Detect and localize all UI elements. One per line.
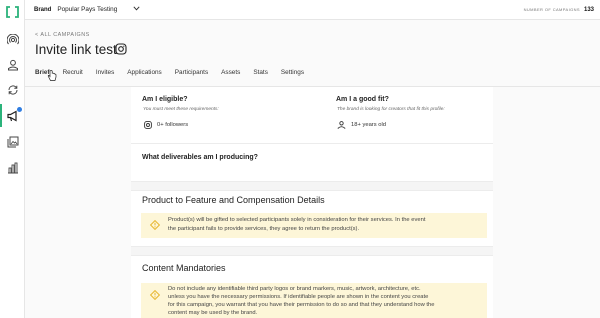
brand-selector[interactable]: Popular Pays Testing [57,6,117,13]
instagram-icon [115,43,127,55]
section-divider [131,143,493,144]
brand-logo-icon[interactable] [6,6,19,18]
chevron-down-icon[interactable] [133,6,140,13]
content-mandatories-heading: Content Mandatories [142,263,226,273]
tab-assets[interactable]: Assets [221,69,240,87]
section-gap [131,247,493,255]
broadcast-icon[interactable] [5,32,20,47]
page-title: Invite link test [35,42,117,57]
eligibility-subtitle: You must meet these requirements: [143,107,219,112]
product-notice-line-1: Product(s) will be gifted to selected pa… [168,217,426,223]
age-requirement: 18+ years old [337,121,386,129]
hand-cursor-icon [47,70,57,81]
campaigns-count-label: NUMBER OF CAMPAIGNS [523,7,580,12]
age-requirement-text: 18+ years old [351,122,386,128]
person-icon[interactable] [5,57,20,72]
warning-diamond-icon [150,220,160,230]
bar-chart-icon[interactable] [5,160,20,175]
campaign-tabs: Brief Recruit Invites Applications Parti… [35,69,317,87]
brand-label: Brand [34,6,52,13]
left-nav-rail [0,0,25,318]
person-icon [337,121,346,129]
tab-stats[interactable]: Stats [253,69,268,87]
back-to-campaigns-link[interactable]: < ALL CAMPAIGNS [35,32,90,38]
deliverables-heading[interactable]: What deliverables am I producing? [142,154,258,161]
product-compensation-heading: Product to Feature and Compensation Deta… [142,195,325,205]
tab-settings[interactable]: Settings [281,69,304,87]
instagram-icon [144,121,152,129]
warning-diamond-icon [150,290,160,300]
sync-icon[interactable] [5,82,20,97]
good-fit-heading: Am I a good fit? [336,96,389,103]
product-notice: Product(s) will be gifted to selected pa… [141,213,487,238]
notification-dot [17,107,22,112]
section-gap [131,182,493,190]
followers-requirement: 0+ followers [144,121,188,129]
tab-invites[interactable]: Invites [96,69,114,87]
gallery-icon[interactable] [5,134,20,149]
content-notice-line-4: content may be used by the brand. [168,310,258,316]
section-divider [131,190,493,191]
followers-requirement-text: 0+ followers [157,122,189,128]
tab-recruit[interactable]: Recruit [63,69,83,87]
megaphone-icon[interactable] [0,104,22,127]
tab-applications[interactable]: Applications [127,69,161,87]
top-bar: Brand Popular Pays Testing NUMBER OF CAM… [25,0,600,20]
good-fit-subtitle: The brand is looking for creators that f… [337,107,445,112]
tab-participants[interactable]: Participants [175,69,208,87]
section-divider [131,255,493,256]
campaign-header: < ALL CAMPAIGNS Invite link test Brief R… [25,21,600,87]
product-notice-line-2: the participant fails to provide service… [168,226,360,232]
content-notice: Do not include any identifiable third pa… [141,283,487,318]
campaigns-count: 133 [583,6,594,13]
eligibility-heading: Am I eligible? [142,96,188,103]
brief-panel: Am I eligible? You must meet these requi… [131,87,493,318]
